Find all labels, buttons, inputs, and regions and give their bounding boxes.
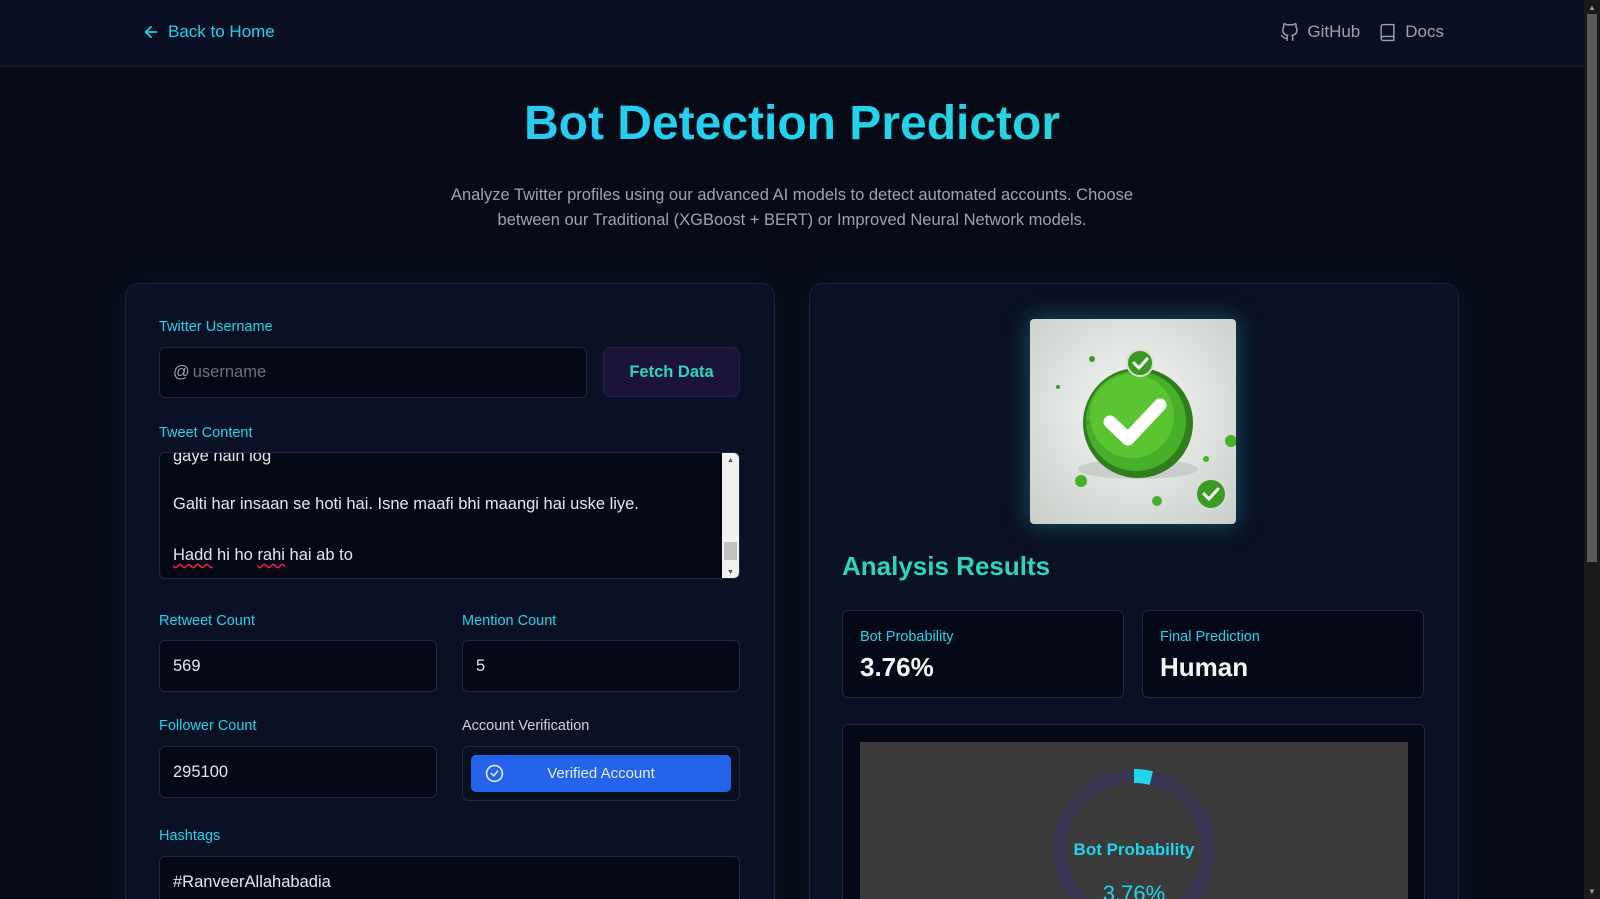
scrollbar-thumb[interactable] — [1587, 14, 1597, 562]
hashtags-label: Hashtags — [159, 828, 221, 844]
tweet-line: gaye hain log — [173, 452, 272, 465]
fetch-data-button[interactable]: Fetch Data — [603, 347, 740, 397]
gauge-label: Bot Probability — [1073, 840, 1195, 859]
retweet-count-value: 569 — [173, 656, 201, 675]
textarea-scrollbar[interactable]: ▲ ▼ — [722, 453, 739, 578]
follower-count-value: 295100 — [173, 762, 229, 781]
check-circle-icon — [485, 764, 504, 783]
github-icon — [1281, 22, 1299, 41]
textarea-scroll-down-icon[interactable]: ▼ — [727, 569, 734, 576]
probability-chart-card: Bot Probability 3.76% — [842, 724, 1425, 899]
bot-probability-stat: Bot Probability 3.76% — [842, 610, 1124, 698]
verified-account-button[interactable]: Verified Account — [471, 755, 731, 792]
at-sign-icon: @ — [173, 363, 190, 381]
username-placeholder: username — [192, 363, 267, 381]
follower-count-input[interactable]: 295100 — [159, 746, 437, 798]
retweet-count-label: Retweet Count — [159, 613, 255, 629]
probability-gauge: Bot Probability 3.76% — [860, 742, 1408, 899]
docs-label: Docs — [1405, 22, 1444, 41]
page-scrollbar[interactable]: ▲ ▼ — [1584, 0, 1600, 899]
gauge-value: 3.76% — [1102, 881, 1166, 899]
green-checkmark-icon — [1056, 349, 1236, 510]
bot-probability-value: 3.76% — [860, 652, 934, 682]
textarea-scroll-thumb[interactable] — [724, 542, 737, 560]
account-verification-label: Account Verification — [462, 718, 590, 734]
follower-count-label: Follower Count — [159, 718, 257, 734]
analysis-results-heading: Analysis Results — [842, 551, 1051, 581]
book-icon — [1380, 23, 1395, 41]
username-label: Twitter Username — [159, 319, 273, 335]
mention-count-input[interactable]: 5 — [462, 640, 740, 692]
tweet-line: Galti har insaan se hoti hai. Isne maafi… — [173, 495, 639, 513]
back-to-home-label: Back to Home — [168, 22, 275, 41]
docs-link[interactable]: Docs — [1378, 22, 1444, 42]
username-input[interactable]: @ username — [159, 347, 587, 398]
scroll-up-arrow-icon[interactable]: ▲ — [1588, 3, 1596, 12]
green-checkmark-image — [1030, 319, 1236, 524]
hashtags-value: #RanveerAllahabadia — [173, 872, 331, 891]
tweet-content-textarea[interactable]: gaye hain log Galti har insaan se hoti h… — [159, 452, 740, 579]
page-title: Bot Detection Predictor — [0, 96, 1584, 151]
hashtags-input[interactable]: #RanveerAllahabadia — [159, 856, 740, 899]
mention-count-label: Mention Count — [462, 613, 557, 629]
tweet-line: Hadd hi ho rahi hai ab to — [173, 546, 353, 565]
scroll-down-arrow-icon[interactable]: ▼ — [1588, 887, 1596, 896]
textarea-scroll-up-icon[interactable]: ▲ — [727, 457, 734, 464]
tweet-content-label: Tweet Content — [159, 425, 253, 441]
final-prediction-stat: Final Prediction Human — [1142, 610, 1424, 698]
mention-count-value: 5 — [476, 656, 486, 675]
account-verification-toggle-group: Verified Account — [462, 746, 740, 801]
tweet-line-text: Hadd hi ho rahi hai ab to — [173, 546, 353, 564]
verified-account-label: Verified Account — [547, 765, 655, 782]
gauge-svg — [1053, 769, 1215, 899]
arrow-left-icon — [144, 25, 158, 39]
final-prediction-value: Human — [1160, 652, 1249, 682]
nav-links: GitHub Docs — [1280, 22, 1444, 42]
top-nav: Back to Home GitHub Docs — [0, 0, 1584, 67]
back-to-home-link[interactable]: Back to Home — [142, 22, 275, 42]
retweet-count-input[interactable]: 569 — [159, 640, 437, 692]
github-label: GitHub — [1307, 22, 1361, 41]
github-link[interactable]: GitHub — [1280, 22, 1360, 42]
bot-probability-label: Bot Probability — [860, 629, 954, 645]
page-subtitle: Analyze Twitter profiles using our advan… — [450, 186, 1134, 229]
final-prediction-label: Final Prediction — [1160, 629, 1260, 645]
